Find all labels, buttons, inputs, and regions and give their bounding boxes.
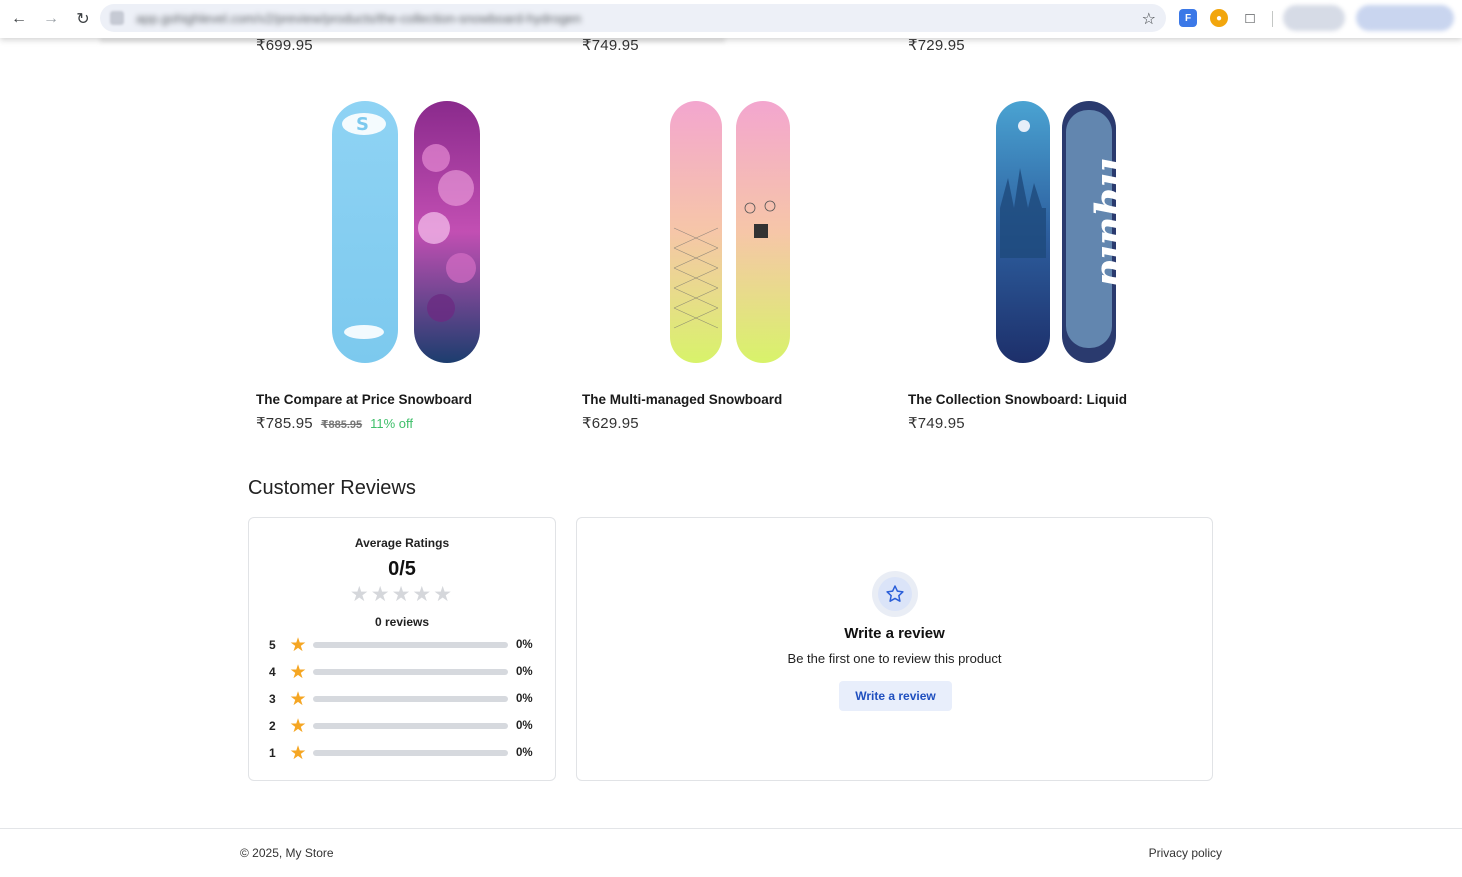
rating-percent: 0% (516, 639, 533, 651)
rating-percent: 0% (516, 747, 533, 759)
product-prices: ₹749.95 (908, 414, 965, 432)
profile-button[interactable] (1283, 5, 1345, 31)
rating-level: 1 (269, 746, 276, 760)
star-icon: ★ (289, 742, 307, 764)
site-info-icon[interactable] (110, 11, 124, 25)
review-star-icon (872, 571, 918, 617)
average-rating-value: 0/5 (388, 558, 416, 580)
address-bar[interactable]: app.gohighlevel.com/v2/preview/products/… (100, 4, 1166, 32)
svg-text:liquid: liquid (1092, 158, 1139, 289)
star-icon: ★ (289, 634, 307, 656)
rating-bar (313, 669, 508, 675)
product-prices: ₹629.95 (582, 414, 639, 432)
star-icon: ★ (412, 583, 434, 606)
product-title[interactable]: The Collection Snowboard: Liquid (908, 392, 1127, 407)
rating-level: 4 (269, 665, 276, 679)
star-icon: ★ (391, 583, 413, 606)
svg-text:S: S (356, 114, 369, 135)
rating-percent: 0% (516, 693, 533, 705)
rating-distribution-row: 2 ★ 0% (269, 715, 539, 737)
review-count: 0 reviews (374, 615, 430, 629)
rating-distribution-row: 4 ★ 0% (269, 661, 539, 683)
rating-level: 3 (269, 692, 276, 706)
product-price: ₹699.95 (256, 37, 313, 54)
star-icon: ★ (289, 661, 307, 683)
reviews-section-title: Customer Reviews (248, 477, 416, 499)
product-image[interactable]: liquid (908, 98, 1208, 368)
back-icon[interactable]: ← (4, 4, 34, 34)
url-text: app.gohighlevel.com/v2/preview/products/… (136, 10, 582, 26)
rating-percent: 0% (516, 666, 533, 678)
write-review-button[interactable]: Write a review (839, 681, 952, 711)
extensions-puzzle-icon[interactable]: □ (1241, 9, 1259, 27)
write-review-heading: Write a review (844, 625, 945, 642)
rating-bar (313, 750, 508, 756)
extension-icon[interactable]: ● (1210, 9, 1228, 27)
finish-update-button[interactable] (1356, 5, 1454, 31)
extension-icon[interactable]: F (1179, 9, 1197, 27)
product-card[interactable]: liquid The Collection Snowboard: Liquid … (908, 98, 1208, 432)
bookmark-star-icon[interactable]: ☆ (1142, 9, 1156, 29)
product-title[interactable]: The Compare at Price Snowboard (256, 392, 472, 407)
compare-at-price: ₹885.95 (320, 419, 363, 431)
rating-bar (313, 723, 508, 729)
star-icon: ★ (289, 688, 307, 710)
product-card[interactable]: S The Compare at Price Snowboard ₹785.95… (256, 98, 556, 432)
browser-toolbar: ← → ↻ app.gohighlevel.com/v2/preview/pro… (0, 0, 1462, 38)
product-price: ₹785.95 (256, 415, 313, 432)
product-title[interactable]: The Multi-managed Snowboard (582, 392, 782, 407)
toolbar-divider (1272, 11, 1273, 27)
rating-bar (313, 696, 508, 702)
product-price: ₹749.95 (908, 415, 965, 432)
footer-divider (0, 828, 1462, 829)
discount-badge: 11% off (370, 416, 414, 431)
product-card[interactable]: The Multi-managed Snowboard ₹629.95 (582, 98, 882, 432)
write-review-card: Write a review Be the first one to revie… (576, 517, 1213, 781)
rating-distribution-row: 5 ★ 0% (269, 634, 539, 656)
rating-percent: 0% (516, 720, 533, 732)
product-image[interactable] (582, 98, 882, 368)
product-prices: ₹785.95 ₹885.95 11% off (256, 414, 413, 432)
product-price: ₹629.95 (582, 415, 639, 432)
privacy-policy-link[interactable]: Privacy policy (1149, 846, 1222, 860)
footer-copyright: © 2025, My Store (240, 846, 334, 860)
product-image[interactable]: S (256, 98, 556, 368)
reload-icon[interactable]: ↻ (68, 4, 98, 34)
rating-level: 5 (269, 638, 276, 652)
forward-icon[interactable]: → (36, 4, 66, 34)
product-price: ₹749.95 (582, 37, 639, 54)
star-icon: ★ (349, 583, 371, 606)
write-review-subtitle: Be the first one to review this product (787, 651, 1002, 666)
product-price: ₹729.95 (908, 37, 965, 54)
average-rating-stars: ★★★★★ (249, 582, 555, 607)
star-icon: ★ (370, 583, 392, 606)
average-ratings-label: Average Ratings (354, 536, 450, 550)
rating-bar (313, 642, 508, 648)
rating-level: 2 (269, 719, 276, 733)
rating-distribution-row: 1 ★ 0% (269, 742, 539, 764)
rating-distribution-row: 3 ★ 0% (269, 688, 539, 710)
star-icon: ★ (433, 583, 455, 606)
average-ratings-card: Average Ratings 0/5 ★★★★★ 0 reviews 5 ★ … (248, 517, 556, 781)
star-icon: ★ (289, 715, 307, 737)
